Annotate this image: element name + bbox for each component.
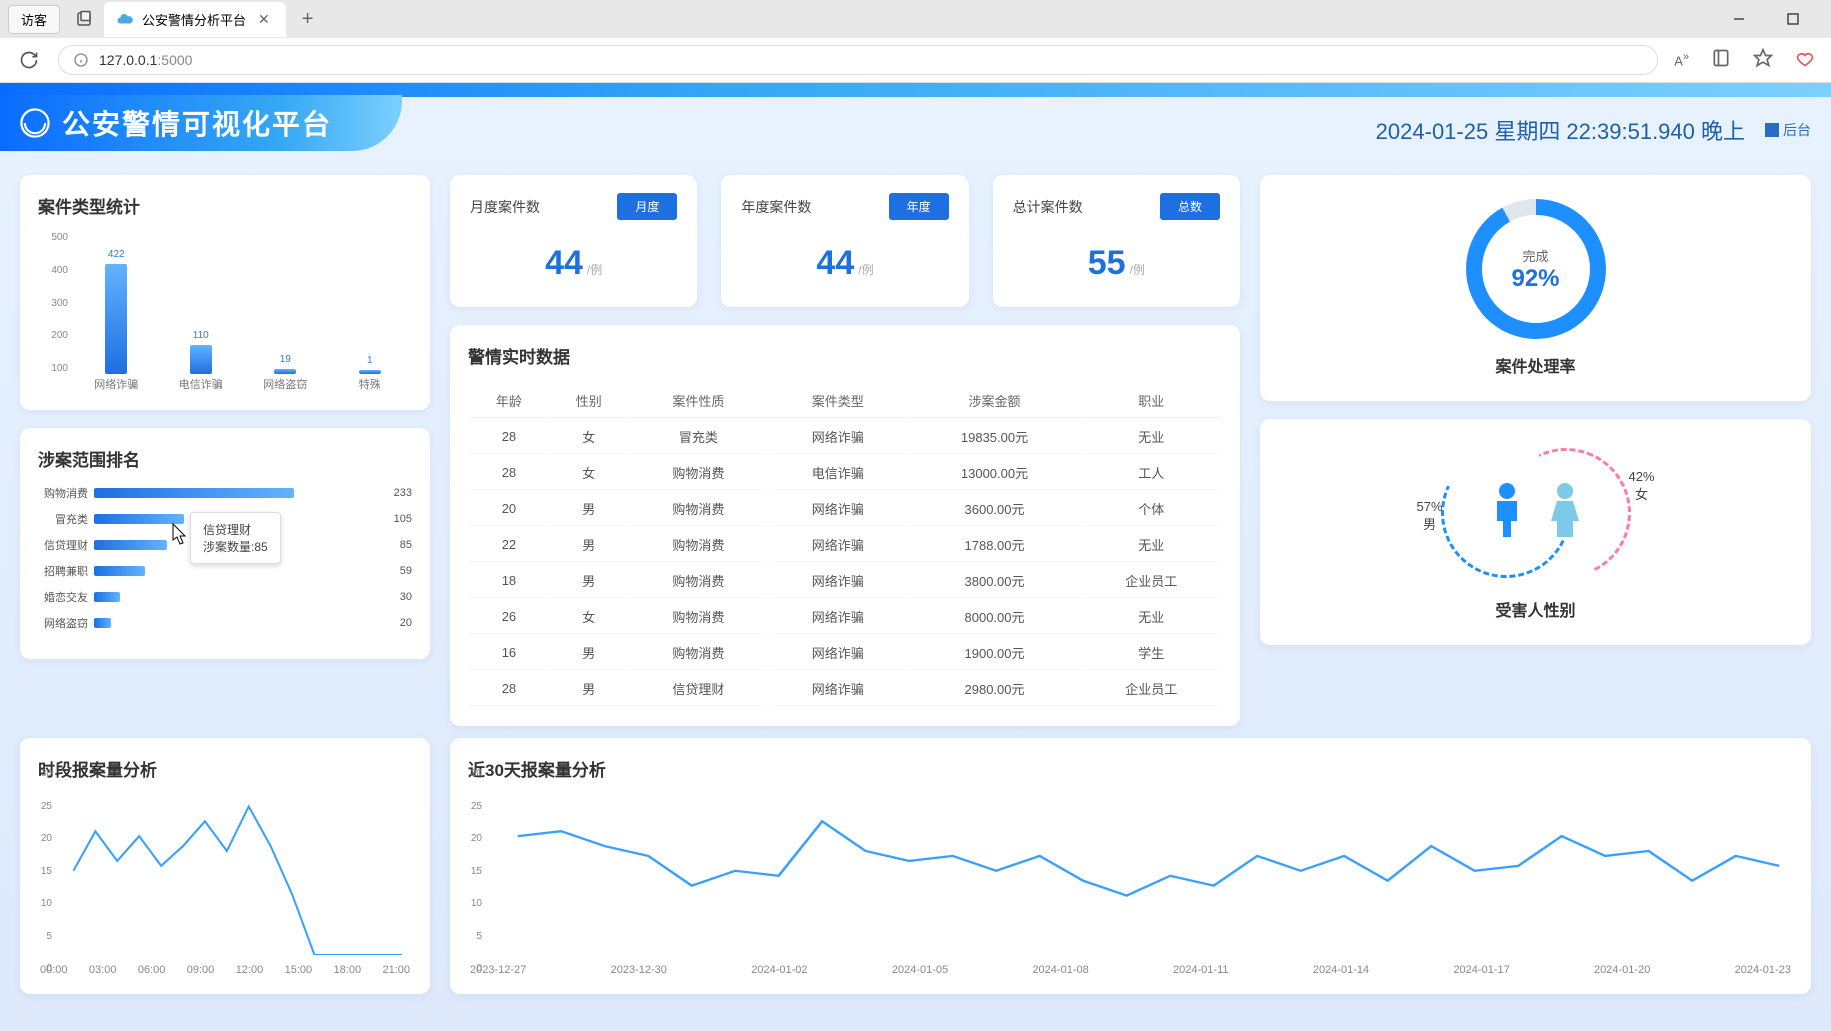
dashboard-title: 公安警情可视化平台 [62, 103, 332, 143]
bar-item[interactable]: 1 [330, 355, 410, 374]
url-port: :5000 [157, 52, 192, 68]
table-header: 案件性质 [630, 384, 767, 418]
bar-item[interactable]: 422 [76, 249, 156, 374]
datetime-display: 2024-01-25 星期四 22:39:51.940 晚上 [1376, 114, 1745, 146]
url-host: 127.0.0.1 [99, 52, 157, 68]
logo-icon [18, 106, 52, 140]
guest-badge[interactable]: 访客 [8, 5, 60, 34]
read-aloud-icon[interactable]: A» [1670, 47, 1693, 72]
hbar-row[interactable]: 购物消费233 [38, 485, 412, 501]
table-row[interactable]: 16男购物消费网络诈骗1900.00元学生 [470, 636, 1220, 670]
table-row[interactable]: 22男购物消费网络诈骗1788.00元无业 [470, 528, 1220, 562]
table-header: 案件类型 [769, 384, 906, 418]
url-input[interactable]: 127.0.0.1:5000 [58, 45, 1658, 75]
stat-card-badge[interactable]: 年度 [889, 193, 949, 220]
new-tab-button[interactable]: + [294, 8, 322, 31]
table-row[interactable]: 26女购物消费网络诈骗8000.00元无业 [470, 600, 1220, 634]
stat-card-badge[interactable]: 总数 [1160, 193, 1220, 220]
tab-bar: 访客 公安警情分析平台 ✕ + [0, 0, 1831, 38]
panel-title: 警情实时数据 [468, 343, 1222, 368]
table-header: 职业 [1083, 384, 1220, 418]
thirty-day-panel: 近30天报案量分析 302520151050 2023-12-272023-12… [450, 738, 1811, 994]
browser-chrome: 访客 公安警情分析平台 ✕ + 127.0.0.1:5000 A» [0, 0, 1831, 83]
stat-card-title: 总计案件数 [1013, 197, 1083, 217]
table-row[interactable]: 18男购物消费网络诈骗3800.00元企业员工 [470, 564, 1220, 598]
realtime-data-table: 年龄性别案件性质案件类型涉案金额职业 28女冒充类网络诈骗19835.00元无业… [468, 382, 1222, 708]
case-type-stats-panel: 案件类型统计 500400300200100 422110191 网络诈骗电信诈… [20, 175, 430, 410]
table-row[interactable]: 28女冒充类网络诈骗19835.00元无业 [470, 420, 1220, 454]
stat-card-title: 年度案件数 [741, 197, 811, 217]
close-tab-icon[interactable]: ✕ [254, 11, 274, 28]
bar-item[interactable]: 110 [161, 330, 241, 374]
table-row[interactable]: 28女购物消费电信诈骗13000.00元工人 [470, 456, 1220, 490]
chart-tooltip: 信贷理财 涉案数量:85 [190, 512, 281, 564]
time-analysis-panel: 时段报案量分析 302520151050 00:0003:0006:0009:0… [20, 738, 430, 994]
dashboard: 公安警情可视化平台 2024-01-25 星期四 22:39:51.940 晚上… [0, 83, 1831, 1031]
reader-icon[interactable] [1707, 44, 1735, 77]
stat-card: 月度案件数 月度 44/例 [450, 175, 697, 307]
stat-card-title: 月度案件数 [470, 197, 540, 217]
address-bar: 127.0.0.1:5000 A» [0, 38, 1831, 82]
thirty-day-line-chart[interactable] [468, 795, 1793, 955]
gender-panel: 57%男 42%女 受害人性别 [1260, 419, 1811, 645]
table-row[interactable]: 28男信贷理财网络诈骗2980.00元企业员工 [470, 672, 1220, 706]
stat-card-value: 55/例 [1013, 244, 1220, 283]
table-header: 年龄 [470, 384, 548, 418]
case-type-bar-chart[interactable]: 500400300200100 422110191 网络诈骗电信诈骗网络盗窃特殊 [38, 232, 412, 392]
dashboard-header: 公安警情可视化平台 2024-01-25 星期四 22:39:51.940 晚上… [0, 97, 1831, 163]
process-rate-panel: 完成 92% 案件处理率 [1260, 175, 1811, 401]
backend-link[interactable]: 后台 [1765, 120, 1811, 140]
stat-card: 年度案件数 年度 44/例 [721, 175, 968, 307]
table-header: 涉案金额 [908, 384, 1080, 418]
table-header: 性别 [550, 384, 628, 418]
table-row[interactable]: 20男购物消费网络诈骗3600.00元个体 [470, 492, 1220, 526]
favorite-icon[interactable] [1749, 44, 1777, 77]
sync-icon[interactable] [1791, 44, 1819, 77]
gender-chart: 57%男 42%女 [1451, 443, 1621, 583]
ring-label: 完成 [1511, 246, 1559, 265]
minimize-button[interactable] [1721, 4, 1757, 34]
info-icon [73, 52, 89, 68]
progress-ring: 完成 92% [1466, 199, 1606, 339]
stat-card-value: 44/例 [741, 244, 948, 283]
cloud-icon [116, 10, 134, 28]
hbar-row[interactable]: 网络盗窃20 [38, 615, 412, 631]
panel-title: 近30天报案量分析 [468, 756, 1793, 781]
bar-item[interactable]: 19 [245, 354, 325, 374]
stat-card: 总计案件数 总数 55/例 [993, 175, 1240, 307]
stat-card-badge[interactable]: 月度 [617, 193, 677, 220]
panel-title: 案件类型统计 [38, 193, 412, 218]
hbar-row[interactable]: 招聘兼职59 [38, 563, 412, 579]
realtime-data-panel: 警情实时数据 年龄性别案件性质案件类型涉案金额职业 28女冒充类网络诈骗1983… [450, 325, 1240, 726]
time-line-chart[interactable] [38, 795, 412, 955]
range-rank-panel: 涉案范围排名 购物消费233冒充类105信贷理财85招聘兼职59婚恋交友30网络… [20, 428, 430, 659]
browser-tab[interactable]: 公安警情分析平台 ✕ [104, 2, 286, 37]
hbar-row[interactable]: 婚恋交友30 [38, 589, 412, 605]
panel-title: 受害人性别 [1495, 597, 1575, 621]
panel-title: 案件处理率 [1495, 353, 1575, 377]
maximize-button[interactable] [1775, 4, 1811, 34]
ring-value: 92% [1511, 265, 1559, 293]
collections-icon[interactable] [68, 3, 100, 35]
stat-card-value: 44/例 [470, 244, 677, 283]
tab-title: 公安警情分析平台 [142, 10, 246, 29]
panel-title: 时段报案量分析 [38, 756, 412, 781]
panel-title: 涉案范围排名 [38, 446, 412, 471]
refresh-button[interactable] [12, 43, 46, 77]
female-percent: 42%女 [1628, 469, 1654, 503]
male-percent: 57%男 [1417, 499, 1443, 533]
